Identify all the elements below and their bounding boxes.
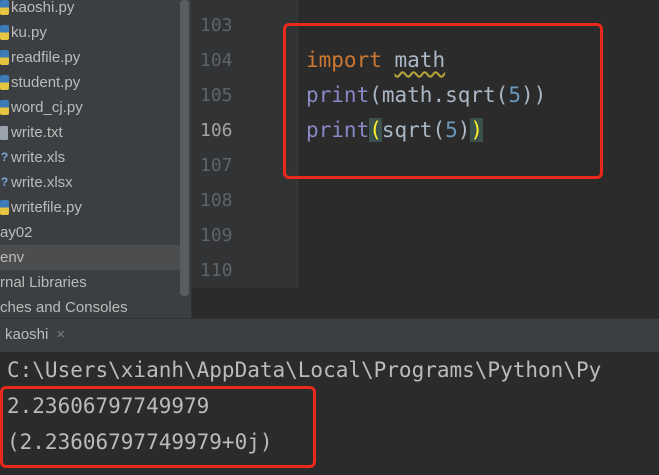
- tree-item-write-xlsx[interactable]: ? write.xlsx: [0, 170, 182, 195]
- number-literal: 5: [508, 83, 521, 107]
- line-number: 103: [200, 15, 233, 36]
- python-file-icon: [0, 100, 9, 115]
- tree-item-label: ches and Consoles: [0, 299, 128, 316]
- line-number: 104: [200, 50, 233, 71]
- matched-paren: ): [470, 118, 484, 142]
- tree-item-day02[interactable]: ay02: [0, 220, 182, 245]
- matched-paren: (: [369, 118, 382, 142]
- number-literal: 5: [445, 118, 458, 142]
- run-tab-bar: kaoshi ×: [0, 318, 659, 352]
- line-number: 110: [200, 260, 233, 281]
- tree-item-label: ku.py: [11, 24, 47, 41]
- unknown-file-icon: ?: [0, 175, 9, 189]
- builtin-print: print: [306, 118, 370, 142]
- console-line-output-2: (2.23606797749979+0j): [7, 430, 273, 454]
- tree-item-label: readfile.py: [11, 49, 81, 66]
- python-file-icon: [0, 200, 9, 215]
- tree-item-scratches-consoles[interactable]: ches and Consoles: [0, 295, 182, 318]
- line-number-current: 106: [200, 120, 233, 141]
- line-number: 105: [200, 85, 233, 106]
- builtin-print: print: [306, 83, 370, 107]
- close-icon[interactable]: ×: [56, 326, 65, 343]
- tree-item-label: write.txt: [11, 124, 63, 141]
- tree-item-label: student.py: [11, 74, 81, 91]
- run-tab-label: kaoshi: [5, 326, 49, 343]
- code-line-print-math-sqrt[interactable]: print(math.sqrt(5)): [306, 78, 546, 113]
- python-file-icon: [0, 25, 9, 40]
- tree-item-label: ay02: [0, 224, 33, 241]
- tree-item-label: word_cj.py: [11, 99, 83, 116]
- python-file-icon: [0, 75, 9, 90]
- tree-item-label: write.xls: [11, 149, 66, 166]
- console-line-path: C:\Users\xianh\AppData\Local\Programs\Py…: [7, 358, 602, 382]
- tree-item-venv[interactable]: env: [0, 245, 182, 270]
- code-line-print-sqrt[interactable]: print(sqrt(5)): [306, 113, 484, 148]
- tree-item-student[interactable]: student.py: [0, 70, 182, 95]
- project-tree: kaoshi.py ku.py readfile.py student.py w…: [0, 0, 192, 318]
- gutter-divider: [297, 0, 298, 290]
- tree-item-writefile[interactable]: writefile.py: [0, 195, 182, 220]
- text-file-icon: [0, 126, 8, 140]
- keyword-import: import: [306, 48, 382, 72]
- line-number: 107: [200, 155, 233, 176]
- sidebar-scrollbar[interactable]: [180, 0, 189, 296]
- tree-item-external-libraries[interactable]: rnal Libraries: [0, 270, 182, 295]
- tree-item-write-txt[interactable]: write.txt: [0, 120, 182, 145]
- editor-bottom-strip: [192, 288, 659, 318]
- tree-item-word-cj[interactable]: word_cj.py: [0, 95, 182, 120]
- tree-item-readfile[interactable]: readfile.py: [0, 45, 182, 70]
- code-line-import[interactable]: import math: [306, 43, 445, 78]
- tree-item-write-xls[interactable]: ? write.xls: [0, 145, 182, 170]
- tree-item-label: writefile.py: [11, 199, 82, 216]
- python-file-icon: [0, 50, 9, 65]
- tree-item-label: env: [0, 249, 25, 266]
- console-line-output-1: 2.23606797749979: [7, 394, 210, 418]
- tree-item-label: kaoshi.py: [11, 0, 75, 16]
- line-number: 108: [200, 190, 233, 211]
- tree-item-label: rnal Libraries: [0, 274, 87, 291]
- tree-item-ku[interactable]: ku.py: [0, 20, 182, 45]
- tree-item-kaoshi[interactable]: kaoshi.py: [0, 0, 182, 20]
- run-tab-kaoshi[interactable]: kaoshi ×: [0, 324, 65, 346]
- module-name: math: [394, 48, 446, 72]
- unknown-file-icon: ?: [0, 150, 9, 164]
- python-file-icon: [0, 0, 9, 15]
- run-console[interactable]: C:\Users\xianh\AppData\Local\Programs\Py…: [0, 352, 659, 475]
- tree-item-label: write.xlsx: [11, 174, 73, 191]
- line-number: 109: [200, 225, 233, 246]
